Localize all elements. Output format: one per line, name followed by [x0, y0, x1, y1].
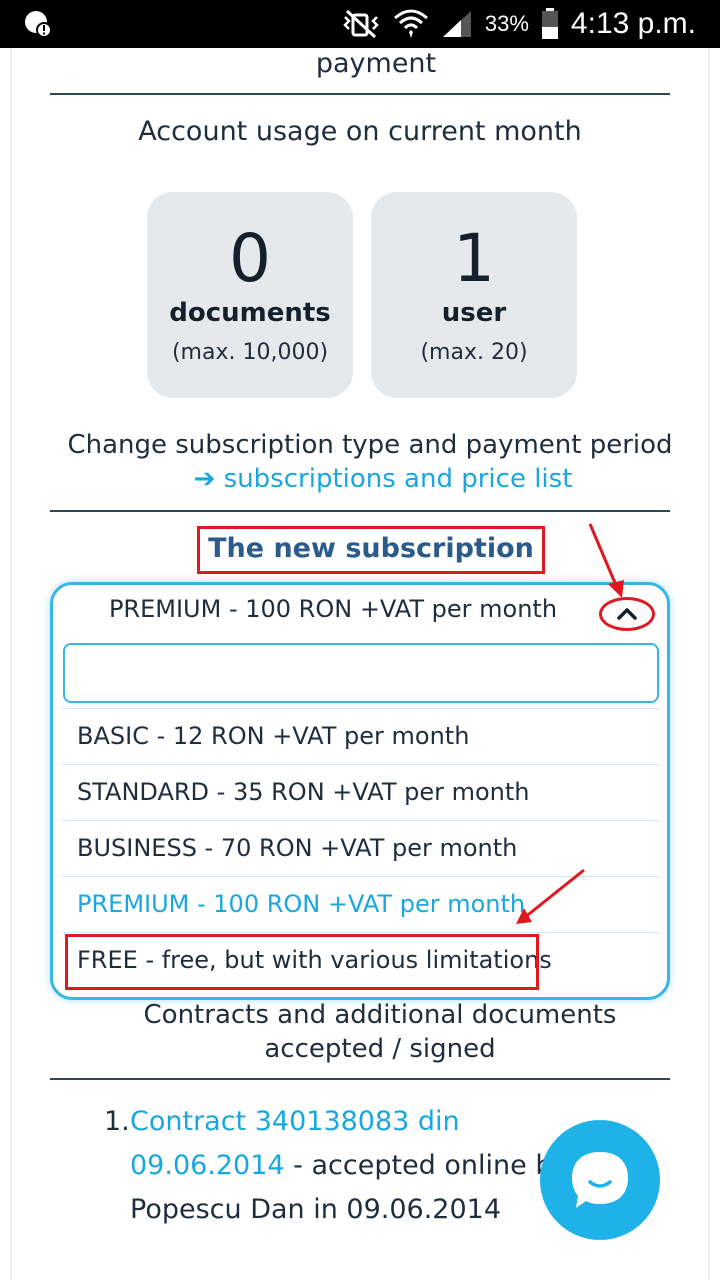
notification-icon	[25, 11, 52, 38]
annotation-box-free-option	[65, 934, 539, 990]
new-plan-title: The new subscription plan	[208, 533, 534, 610]
users-usage-card: 1 user (max. 20)	[371, 192, 577, 398]
chat-icon	[572, 1152, 628, 1208]
plan-option-premium[interactable]: PREMIUM - 100 RON +VAT per month	[63, 876, 659, 931]
divider	[50, 93, 670, 95]
dropdown-toggle[interactable]	[599, 597, 655, 631]
users-label: user	[441, 298, 507, 328]
plan-search-input[interactable]	[63, 643, 659, 703]
wifi-icon	[393, 9, 428, 38]
battery-percent: 33%	[484, 11, 529, 36]
plan-option-standard[interactable]: STANDARD - 35 RON +VAT per month	[63, 764, 659, 819]
documents-count: 0	[229, 220, 271, 297]
change-subscription-text: Change subscription type and payment per…	[67, 430, 673, 460]
documents-max: (max. 10,000)	[171, 340, 329, 365]
clock: 4:13 p.m.	[570, 7, 696, 40]
arrow-right-icon: ➔	[193, 464, 216, 494]
subscriptions-link-label: subscriptions and price list	[223, 464, 573, 494]
list-item-number: 1.	[104, 1106, 130, 1137]
mute-vibrate-icon	[343, 9, 379, 39]
chevron-up-icon	[617, 608, 637, 620]
users-max: (max. 20)	[420, 340, 528, 365]
documents-label: documents	[169, 298, 331, 328]
battery-icon	[541, 8, 558, 39]
chat-button[interactable]	[540, 1120, 660, 1240]
contracts-title: Contracts and additional documents accep…	[143, 1000, 617, 1064]
selected-plan[interactable]: PREMIUM - 100 RON +VAT per month	[53, 595, 613, 623]
users-count: 1	[453, 220, 495, 297]
page: payment Account usage on current month 0…	[0, 48, 720, 1280]
page-edge-right	[708, 48, 710, 1280]
signal-icon	[442, 11, 471, 37]
status-icons: 33% 4:13 p.m.	[341, 6, 696, 42]
subscriptions-link[interactable]: ➔ subscriptions and price list	[0, 464, 720, 494]
usage-title: Account usage on current month	[138, 116, 582, 147]
status-bar: 33% 4:13 p.m.	[0, 0, 720, 48]
plan-option-basic[interactable]: BASIC - 12 RON +VAT per month	[63, 708, 659, 763]
page-edge-left	[10, 48, 12, 1280]
plan-option-business[interactable]: BUSINESS - 70 RON +VAT per month	[63, 820, 659, 875]
documents-usage-card: 0 documents (max. 10,000)	[147, 192, 353, 398]
divider	[50, 1078, 670, 1080]
divider	[50, 510, 670, 512]
cut-off-heading: payment	[315, 48, 437, 79]
